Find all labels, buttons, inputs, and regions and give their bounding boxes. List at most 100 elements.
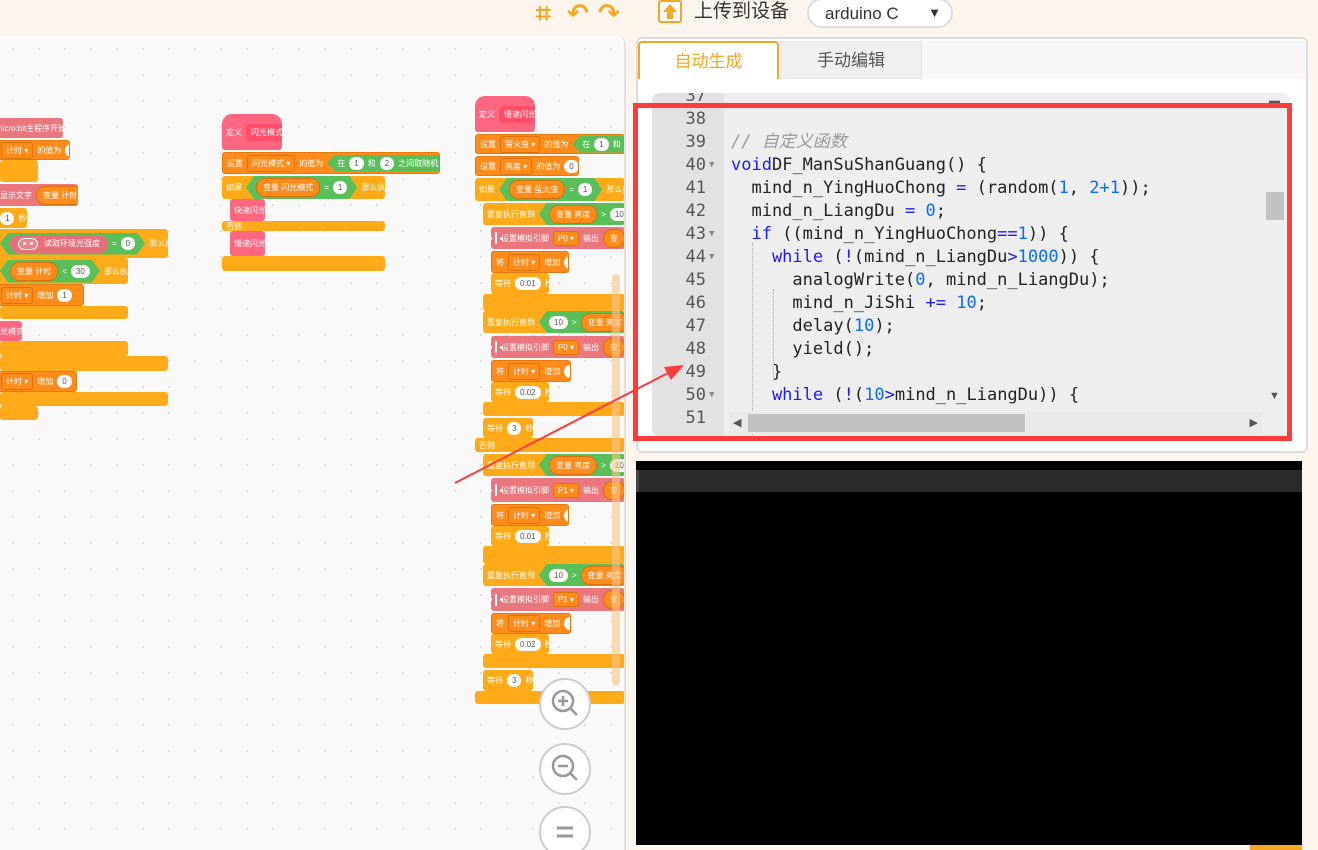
number-input[interactable]: -10 <box>564 617 570 630</box>
zoom-reset-button[interactable] <box>539 806 591 850</box>
block-ctl[interactable]: 重复执行直到 10 > 变量 亮度 <box>483 311 624 333</box>
number-input[interactable]: 0 <box>121 237 135 250</box>
variable-dropdown[interactable]: 萤火虫 ▾ <box>500 135 541 153</box>
variable-dropdown[interactable]: 计时 ▾ <box>508 615 541 632</box>
block-ctl[interactable]: 重复执行直到变量 亮度>1000 <box>483 454 624 476</box>
variable-dropdown[interactable]: 计时 ▾ <box>1 373 34 390</box>
tab-manual-edit[interactable]: 手动编辑 <box>780 41 922 79</box>
block-ctl[interactable]: 重复执行直到 10 > 变量 亮度 <box>483 564 624 586</box>
block-mb[interactable]: micro:bit主程序开始 <box>0 118 63 138</box>
block-def[interactable]: 定义 慢速闪光 <box>475 96 535 132</box>
crop-icon[interactable]: ⌗ <box>536 0 551 26</box>
block-call[interactable]: 快速闪光 <box>230 199 265 221</box>
block-ctl[interactable]: 读取环境光强度 = 0 那么执行 <box>0 229 168 258</box>
number-input[interactable]: 30 <box>71 265 90 278</box>
block-set[interactable]: 计时 ▾ 增加 0 <box>0 371 77 392</box>
tab-auto-generate[interactable]: 自动生成 <box>638 41 779 79</box>
block-ctl[interactable]: 变量 计时 <30 那么执行 <box>0 258 128 284</box>
block-ctl[interactable] <box>0 406 38 420</box>
block-ctl[interactable]: 否则 <box>222 221 385 231</box>
number-input[interactable]: 0 <box>65 143 69 157</box>
variable-dropdown[interactable]: 计时 ▾ <box>1 141 34 159</box>
number-input[interactable]: 10 <box>549 569 568 582</box>
redo-icon[interactable]: ↷ <box>598 0 620 26</box>
number-input[interactable]: 10 <box>564 508 568 522</box>
number-input[interactable]: 0.02 <box>515 385 541 399</box>
block-ctl[interactable] <box>483 294 624 311</box>
block-ctl[interactable]: 否则 <box>475 438 624 452</box>
block-ctl[interactable]: 等待 0.01 秒 <box>491 273 549 294</box>
block-set[interactable]: 将计时 ▾增加-10 <box>491 360 571 382</box>
variable-dropdown[interactable]: 亮度 ▾ <box>500 157 533 175</box>
number-input[interactable]: 0.01 <box>515 277 541 290</box>
block-ctl[interactable] <box>0 306 128 319</box>
number-input[interactable]: 0.02 <box>515 637 541 651</box>
zoom-in-button[interactable] <box>539 678 591 730</box>
block-set[interactable]: 设置 亮度 ▾ 的值为 0 <box>475 156 579 176</box>
number-input[interactable]: 1000 <box>610 208 625 221</box>
block-ctl[interactable]: 等待 3 秒 <box>483 418 533 438</box>
variable-dropdown[interactable]: P1 ▾ <box>553 482 580 498</box>
block-mb[interactable]: 设置模拟引脚P1 ▾输出变 <box>491 478 624 502</box>
block-ctl[interactable] <box>222 256 385 271</box>
block-ctl[interactable]: 等待 3 秒 <box>483 670 533 691</box>
block-ctl[interactable] <box>0 160 38 182</box>
variable-dropdown[interactable]: 计时 ▾ <box>1 286 34 304</box>
variable-dropdown[interactable]: P0 ▾ <box>553 230 580 246</box>
block-ctl[interactable]: 等待 0.02 秒 <box>491 382 549 402</box>
block-workspace[interactable]: micro:bit主程序开始计时 ▾的值为0 显示文字变量 计时1秒读取环境光强度… <box>0 36 626 850</box>
block-ctl[interactable]: 等待 0.02 秒 <box>491 634 549 654</box>
variable-dropdown[interactable]: 计时 ▾ <box>508 506 541 524</box>
block-set[interactable]: 计时 ▾的值为0 <box>0 140 70 160</box>
number-input[interactable]: -10 <box>564 364 570 378</box>
block-ctl[interactable]: 1秒 <box>0 208 27 228</box>
workspace-scrollbar[interactable] <box>612 274 620 686</box>
block-ctl[interactable]: 重复执行直到变量 亮度>1000 <box>483 203 625 225</box>
number-input[interactable]: 1 <box>349 157 363 170</box>
board-select[interactable]: arduino C ▼ <box>807 0 953 28</box>
variable-dropdown[interactable]: 计时 ▾ <box>508 362 541 380</box>
block-ctl[interactable]: 如果 变量 萤火虫 = 1 那么执行 <box>475 178 624 201</box>
number-input[interactable]: 0.01 <box>515 529 541 543</box>
upload-icon[interactable] <box>658 0 682 23</box>
number-input[interactable]: 0 <box>57 375 72 388</box>
variable-dropdown[interactable]: P0 ▾ <box>553 339 580 355</box>
undo-icon[interactable]: ↶ <box>567 0 589 26</box>
number-input[interactable]: 3 <box>507 421 522 435</box>
number-input[interactable]: 10 <box>564 255 568 269</box>
number-input[interactable]: 1 <box>57 288 72 302</box>
block-set[interactable]: 计时 ▾ 增加 1 <box>0 284 84 306</box>
variable-dropdown[interactable]: 计时 ▾ <box>508 253 541 271</box>
serial-console[interactable] <box>636 461 1302 845</box>
block-mb[interactable]: 显示文字 变量 计时 <box>0 184 78 206</box>
number-input[interactable]: 10 <box>549 316 568 329</box>
block-mb[interactable]: 设置模拟引脚P1 ▾输出变 <box>491 588 624 611</box>
block-ctl[interactable]: 等待 0.01 秒 <box>491 526 549 546</box>
number-input[interactable]: 1 <box>0 211 15 225</box>
number-input[interactable]: 2 <box>380 157 394 170</box>
block-ctl[interactable] <box>0 392 168 406</box>
block-set[interactable]: 设置闪光模式 ▾的值为 在1和2 之间取随机数 <box>222 152 440 174</box>
block-def[interactable]: 定义 闪光模式 <box>222 114 282 150</box>
console-input-bar[interactable] <box>636 470 1302 492</box>
block-set[interactable]: 将计时 ▾增加10 <box>491 504 569 526</box>
block-mb[interactable]: 设置模拟引脚P0 ▾输出变 <box>491 336 624 358</box>
block-set[interactable]: 将计时 ▾增加10 <box>491 251 569 273</box>
block-set[interactable]: 设置萤火虫 ▾的值为在1和2 <box>475 134 624 154</box>
block-ctl[interactable] <box>483 654 624 668</box>
block-mb[interactable]: 设置模拟引脚P0 ▾输出变 <box>491 227 624 249</box>
block-ctl[interactable] <box>483 546 624 564</box>
block-call[interactable]: 光模式 <box>0 321 22 341</box>
number-input[interactable]: 3 <box>507 674 522 687</box>
number-input[interactable]: 1 <box>594 138 608 151</box>
upload-to-device-button[interactable]: 上传到设备 <box>694 0 789 24</box>
block-ctl[interactable] <box>0 341 128 356</box>
zoom-out-button[interactable] <box>539 743 591 795</box>
block-ctl[interactable]: 如果 变量 闪光模式 = 1 那么执行 <box>222 176 385 199</box>
number-input[interactable]: 1 <box>578 183 592 196</box>
number-input[interactable]: 1 <box>333 181 347 194</box>
number-input[interactable]: 0 <box>564 159 578 173</box>
block-set[interactable]: 将计时 ▾增加-10 <box>491 613 571 634</box>
block-ctl[interactable] <box>0 356 168 371</box>
variable-dropdown[interactable]: 闪光模式 ▾ <box>247 154 296 172</box>
